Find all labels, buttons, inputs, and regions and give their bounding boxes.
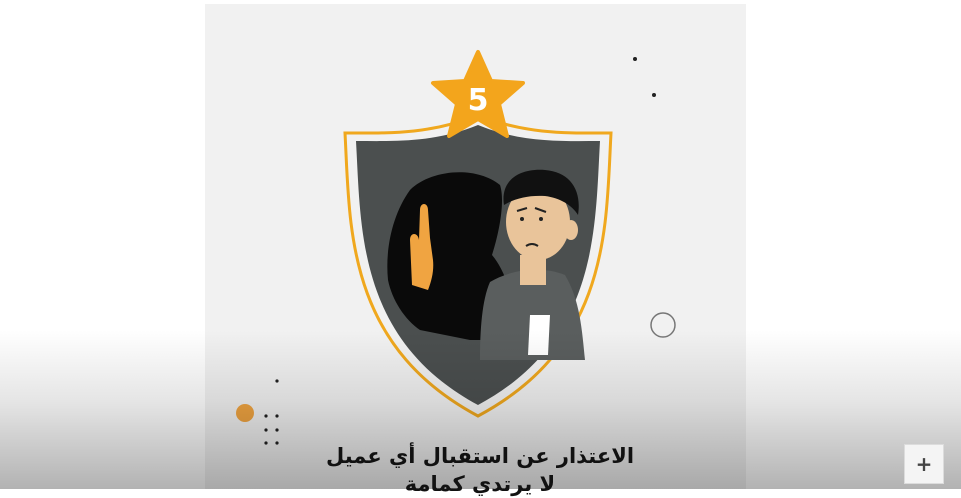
decor-dot [275, 414, 279, 418]
decor-dot [275, 428, 279, 432]
decor-dot [633, 57, 637, 61]
man-shirt [528, 315, 550, 355]
decor-dot [264, 428, 268, 432]
decor-dot [264, 441, 268, 445]
plus-icon: + [915, 452, 933, 476]
circle-outline-icon [650, 312, 676, 338]
video-illustration: 5 [236, 50, 676, 445]
man-eye [539, 217, 543, 221]
decor-dot [652, 93, 656, 97]
man-ear [564, 220, 578, 240]
caption-line-1: الاعتذار عن استقبال أي عميل [325, 444, 635, 468]
decor-dot [275, 441, 279, 445]
man-eye [520, 217, 524, 221]
video-caption: الاعتذار عن استقبال أي عميل لا يرتدي كما… [320, 442, 640, 498]
decor-orange-dot [236, 404, 254, 422]
badge-number: 5 [468, 83, 489, 118]
decor-dot [264, 414, 268, 418]
caption-line-2: لا يرتدي كمامة [404, 472, 556, 496]
expand-button[interactable]: + [904, 444, 944, 484]
decor-dot [275, 379, 279, 383]
